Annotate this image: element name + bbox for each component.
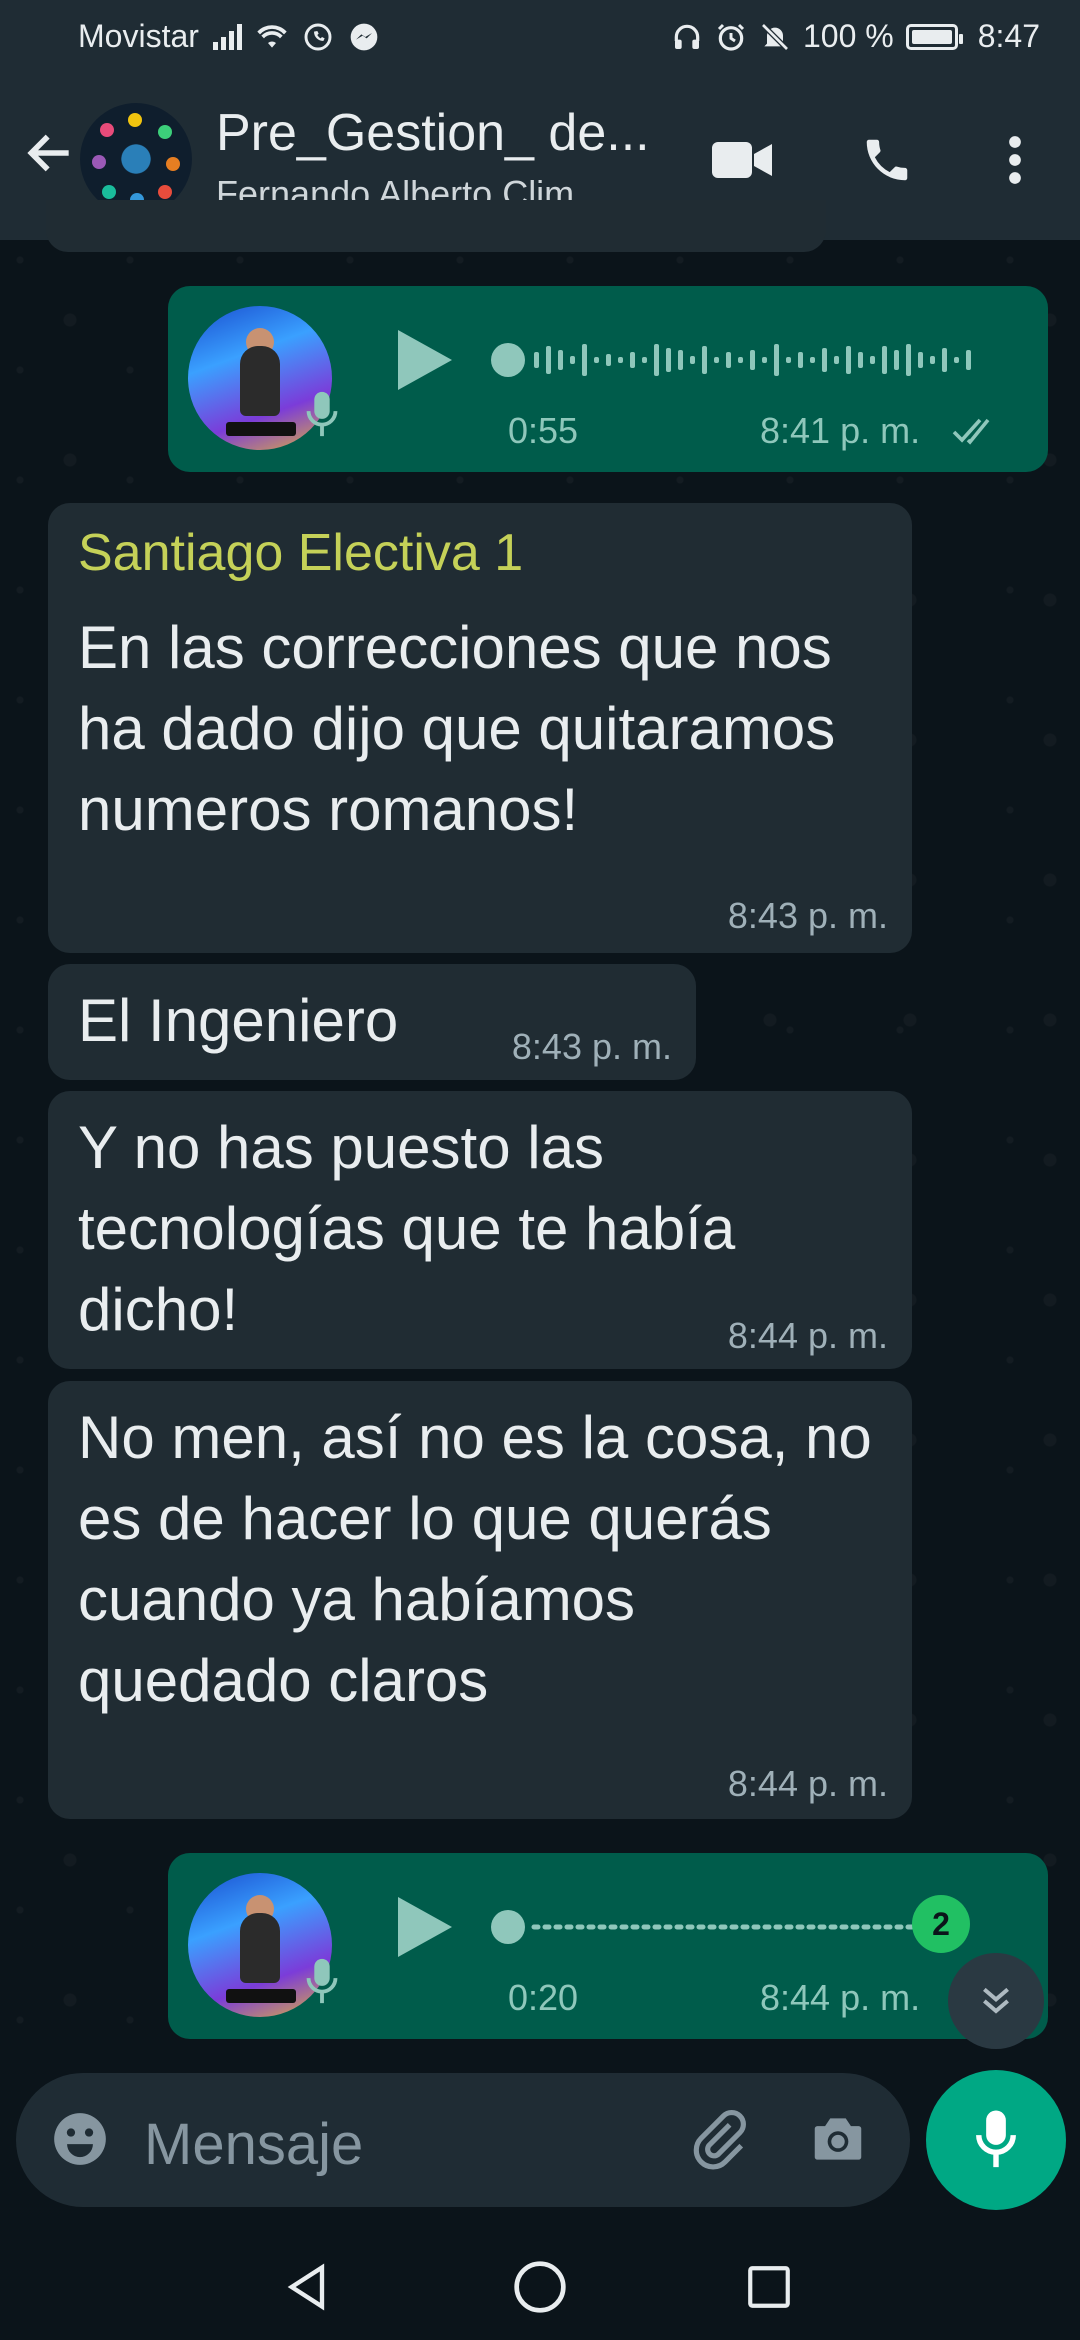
audio-waveform[interactable]: [490, 1897, 970, 1957]
paperclip-icon: [693, 2110, 746, 2170]
message-text: En las correcciones que nos ha dado dijo…: [78, 614, 836, 843]
circle-home-icon: [514, 2261, 566, 2313]
sender-name: Santiago Electiva 1: [78, 524, 524, 582]
status-bar: Movistar 100 % 8:47: [0, 0, 1080, 75]
headphones-icon: [674, 24, 700, 49]
microphone-icon: [306, 1958, 338, 2004]
message-composer: Mensaje: [16, 2073, 910, 2207]
microphone-icon: [976, 2110, 1016, 2168]
carrier-label: Movistar: [78, 18, 199, 54]
message-time: 8:44 p. m.: [760, 1977, 921, 2018]
video-call-button[interactable]: [708, 125, 778, 195]
nav-recents-button[interactable]: [734, 2252, 804, 2322]
square-recents-icon: [748, 2266, 790, 2308]
message-text: El Ingeniero: [78, 987, 399, 1054]
video-camera-icon: [712, 142, 772, 178]
camera-button[interactable]: [802, 2103, 874, 2175]
alarm-icon: [717, 23, 745, 51]
message-bubble-partial: [46, 200, 826, 252]
message-time: 8:41 p. m.: [760, 410, 921, 451]
play-icon[interactable]: [394, 328, 454, 392]
more-options-button[interactable]: [980, 125, 1050, 195]
emoji-button[interactable]: [44, 2103, 116, 2175]
voice-call-button[interactable]: [852, 125, 922, 195]
message-time: 8:43 p. m.: [727, 895, 888, 936]
voice-duration: 0:55: [508, 410, 579, 451]
wifi-icon: [257, 24, 287, 48]
audio-waveform[interactable]: [490, 330, 990, 390]
message-time: 8:44 p. m.: [727, 1763, 888, 1804]
microphone-icon: [306, 391, 338, 437]
system-nav-bar: [0, 2230, 1080, 2340]
message-bubble[interactable]: Y no has puesto las tecnologías que te h…: [48, 1091, 912, 1369]
message-input[interactable]: Mensaje: [144, 2111, 363, 2178]
double-check-icon: [952, 418, 990, 445]
clock: 8:47: [977, 18, 1040, 54]
phone-icon: [866, 139, 908, 181]
voice-record-button[interactable]: [926, 2070, 1066, 2210]
more-vertical-icon: [1009, 136, 1021, 184]
attach-button[interactable]: [682, 2103, 754, 2175]
whatsapp-icon: [304, 23, 332, 50]
message-bubble[interactable]: No men, así no es la cosa, no es de hace…: [48, 1381, 912, 1819]
battery-percent: 100 %: [802, 18, 894, 54]
chat-title[interactable]: Pre_Gestion_ de...: [216, 103, 676, 163]
messenger-icon: [350, 23, 378, 50]
message-bubble[interactable]: El Ingeniero 8:43 p. m.: [48, 964, 696, 1080]
scroll-to-bottom-button[interactable]: [948, 1953, 1044, 2049]
back-arrow-icon[interactable]: [22, 125, 78, 181]
message-time: 8:44 p. m.: [727, 1315, 888, 1356]
message-text: No men, así no es la cosa, no es de hace…: [78, 1404, 872, 1714]
triangle-back-icon: [287, 2263, 325, 2311]
battery-icon: [905, 23, 963, 50]
group-avatar[interactable]: [80, 103, 192, 215]
voice-duration: 0:20: [508, 1977, 579, 2018]
mute-notifications-icon: [761, 22, 789, 51]
voice-message[interactable]: 0:55 8:41 p. m.: [168, 286, 1048, 472]
double-chevron-down-icon: [983, 1987, 1009, 2014]
message-text: Y no has puesto las tecnologías que te h…: [78, 1114, 736, 1343]
camera-icon: [814, 2118, 862, 2160]
message-bubble[interactable]: Santiago Electiva 1 En las correcciones …: [48, 503, 912, 953]
nav-home-button[interactable]: [505, 2252, 575, 2322]
play-icon[interactable]: [394, 1895, 454, 1959]
signal-icon: [212, 23, 242, 50]
nav-back-button[interactable]: [274, 2252, 344, 2322]
message-time: 8:43 p. m.: [511, 1026, 672, 1067]
unread-count-badge: 2: [912, 1895, 970, 1953]
emoji-icon: [54, 2113, 106, 2165]
voice-message[interactable]: 0:20 8:44 p. m.: [168, 1853, 1048, 2039]
